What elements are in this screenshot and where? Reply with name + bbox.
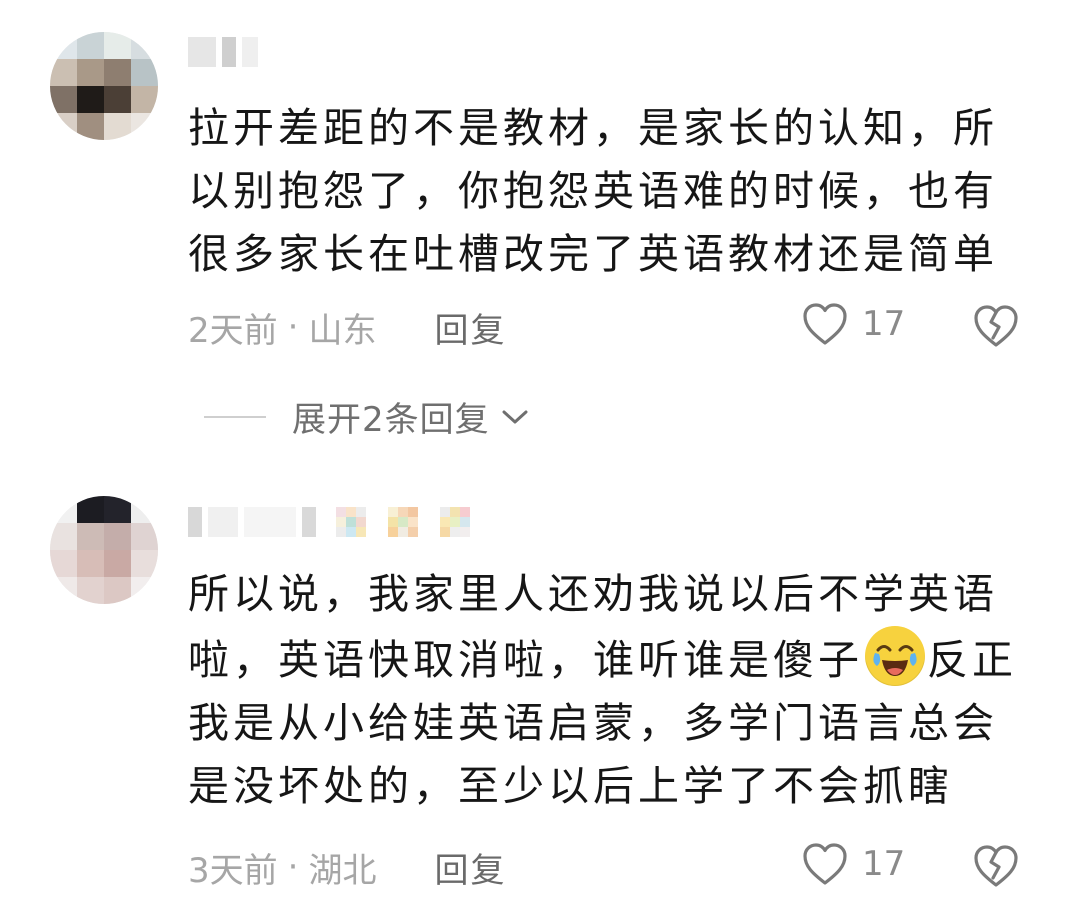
comment-location: 山东 — [308, 310, 377, 351]
comment-time: 2天前 — [188, 310, 278, 351]
redacted-emoji-block — [336, 507, 366, 537]
broken-heart-icon — [974, 845, 1018, 887]
divider-line — [204, 415, 266, 418]
dislike-button[interactable] — [972, 304, 1020, 352]
avatar[interactable] — [50, 32, 158, 140]
redacted-emoji-block — [388, 507, 418, 537]
username-redacted[interactable] — [188, 504, 476, 540]
laughing-crying-emoji-icon — [865, 626, 925, 686]
comment-meta: 3天前 · 湖北 回复 — [188, 842, 1038, 892]
comment-meta: 2天前 · 山东 回复 — [188, 302, 1038, 352]
like-button[interactable]: 17 — [802, 302, 905, 346]
meta-separator: · — [287, 847, 299, 887]
chevron-down-icon — [502, 410, 528, 423]
expand-replies-button[interactable]: 展开2条回复 — [204, 392, 530, 441]
comment-text: 所以说，我家里人还劝我说以后不学英语啦，英语快取消啦，谁听谁是傻子 反正我是从小… — [188, 563, 1028, 818]
heart-outline-icon — [803, 843, 847, 885]
comment-text: 拉开差距的不是教材，是家长的认知，所以别抱怨了，你抱怨英语难的时候，也有很多家长… — [188, 104, 998, 278]
broken-heart-icon — [974, 305, 1018, 347]
avatar[interactable] — [50, 496, 158, 604]
username-redacted[interactable] — [188, 34, 264, 70]
comment-location: 湖北 — [308, 850, 377, 891]
expand-replies-label: 展开2条回复 — [292, 400, 490, 440]
like-count: 17 — [862, 304, 906, 344]
comment-time: 3天前 — [188, 850, 278, 891]
meta-separator: · — [287, 307, 299, 347]
avatar-pixelated — [50, 32, 158, 140]
dislike-button[interactable] — [972, 844, 1020, 892]
redacted-emoji-block — [440, 507, 470, 537]
heart-outline-icon — [803, 303, 847, 345]
like-button[interactable]: 17 — [802, 842, 905, 886]
avatar-pixelated — [50, 496, 158, 604]
reply-button[interactable]: 回复 — [434, 303, 506, 352]
reply-button[interactable]: 回复 — [434, 843, 506, 892]
like-count: 17 — [862, 844, 906, 884]
